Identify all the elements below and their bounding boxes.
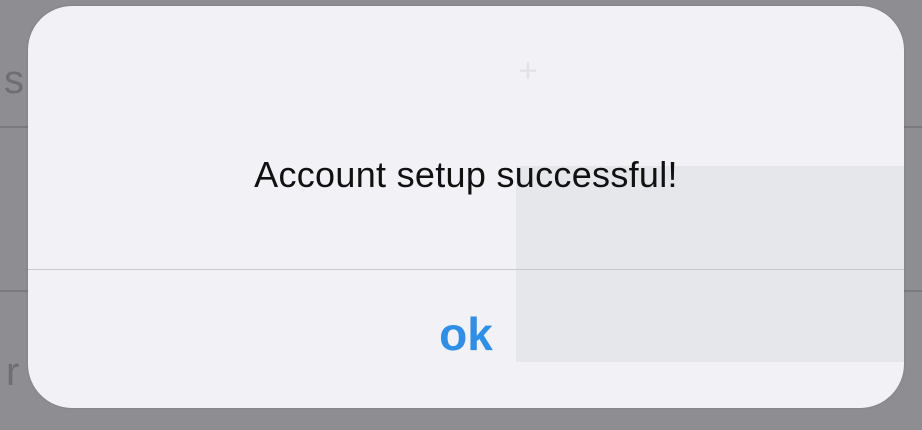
ok-button-label: ok <box>439 308 493 360</box>
alert-dialog: + Account setup successful! ok <box>28 6 904 408</box>
alert-message: Account setup successful! <box>254 154 678 195</box>
background-partial-text: s <box>4 58 24 102</box>
background-partial-text: r <box>6 350 20 394</box>
ok-button[interactable]: ok <box>28 270 904 408</box>
plus-icon: + <box>518 52 538 90</box>
